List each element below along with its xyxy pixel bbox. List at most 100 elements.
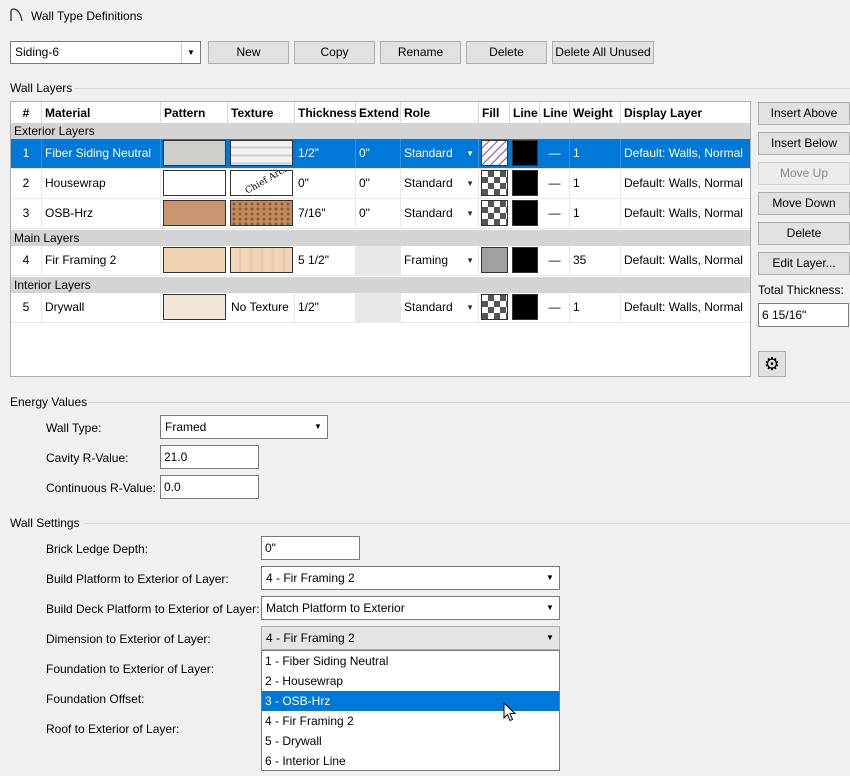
texture-swatch[interactable] [230,200,293,226]
row-role[interactable]: Standard ▼ [401,139,479,168]
window-title: Wall Type Definitions [31,9,143,23]
move-down-button[interactable]: Move Down [758,192,850,215]
row-role[interactable]: Standard ▼ [401,169,479,198]
dropdown-option[interactable]: 6 - Interior Line [262,751,559,771]
row-extend[interactable]: 0" [356,199,401,228]
table-row[interactable]: 1 Fiber Siding Neutral 1/2" 0" Standard … [11,139,750,169]
chevron-down-icon: ▼ [466,209,474,218]
fill-swatch[interactable] [481,247,508,273]
texture-swatch[interactable] [230,247,293,273]
chevron-down-icon: ▼ [314,422,322,431]
fill-swatch[interactable] [481,140,508,166]
row-thickness[interactable]: 7/16" [295,199,356,228]
row-role[interactable]: Standard ▼ [401,293,479,322]
continuous-r-value-field[interactable]: 0.0 [160,475,259,499]
table-row[interactable]: 3 OSB-Hrz 7/16" 0" Standard ▼ — 1 Defaul… [11,199,750,229]
dropdown-option[interactable]: 5 - Drywall [262,731,559,751]
build-deck-value: Match Platform to Exterior [266,601,405,615]
brick-ledge-label: Brick Ledge Depth: [46,542,149,556]
energy-wall-type-label: Wall Type: [46,421,102,435]
fill-swatch[interactable] [481,170,508,196]
insert-above-button[interactable]: Insert Above [758,102,850,125]
row-display-layer[interactable]: Default: Walls, Normal [621,169,750,198]
delete-wall-type-button[interactable]: Delete [466,41,547,64]
move-up-button[interactable]: Move Up [758,162,850,185]
delete-all-unused-button[interactable]: Delete All Unused [552,41,654,64]
row-role-value: Standard [404,146,453,160]
texture-swatch[interactable]: Chief Arch [230,170,293,196]
row-line-style[interactable]: — [540,246,570,275]
row-texture[interactable]: No Texture [228,293,295,322]
pattern-swatch[interactable] [163,140,226,166]
row-role-value: Framing [404,253,449,267]
delete-layer-button[interactable]: Delete [758,222,850,245]
row-thickness[interactable]: 0" [295,169,356,198]
row-role[interactable]: Framing ▼ [401,246,479,275]
dimension-value: 4 - Fir Framing 2 [266,631,355,645]
build-deck-select[interactable]: Match Platform to Exterior ▼ [261,596,560,620]
row-line-style[interactable]: — [540,139,570,168]
pattern-swatch[interactable] [163,294,226,320]
row-display-layer[interactable]: Default: Walls, Normal [621,139,750,168]
row-line-style[interactable]: — [540,169,570,198]
line-color-swatch[interactable] [512,170,538,196]
row-material[interactable]: OSB-Hrz [42,199,161,228]
new-button[interactable]: New [208,41,289,64]
row-line-style[interactable]: — [540,199,570,228]
table-row[interactable]: 4 Fir Framing 2 5 1/2" Framing ▼ — 35 De… [11,246,750,276]
pattern-swatch[interactable] [163,170,226,196]
edit-layer-button[interactable]: Edit Layer... [758,252,850,275]
row-weight[interactable]: 35 [570,246,621,275]
row-material[interactable]: Drywall [42,293,161,322]
settings-button[interactable]: ⚙ [758,351,786,377]
energy-section-label: Energy Values [10,395,88,409]
chevron-down-icon: ▼ [466,179,474,188]
texture-swatch[interactable] [230,140,293,166]
column-header-material: Material [42,102,161,124]
dropdown-option[interactable]: 2 - Housewrap [262,671,559,691]
energy-wall-type-select[interactable]: Framed ▼ [160,415,328,439]
brick-ledge-field[interactable]: 0" [261,536,360,560]
line-color-swatch[interactable] [512,140,538,166]
wall-type-select[interactable]: Siding-6 ▼ [10,41,201,64]
rename-button[interactable]: Rename [380,41,461,64]
build-platform-select[interactable]: 4 - Fir Framing 2 ▼ [261,566,560,590]
wall-layers-divider [74,88,850,89]
line-color-swatch[interactable] [512,247,538,273]
dropdown-option[interactable]: 1 - Fiber Siding Neutral [262,651,559,671]
fill-swatch[interactable] [481,294,508,320]
column-header-fill: Fill [479,102,510,124]
line-color-swatch[interactable] [512,294,538,320]
row-weight[interactable]: 1 [570,169,621,198]
row-weight[interactable]: 1 [570,139,621,168]
row-extend[interactable]: 0" [356,139,401,168]
row-material[interactable]: Fiber Siding Neutral [42,139,161,168]
table-row[interactable]: 2 Housewrap Chief Arch 0" 0" Standard ▼ … [11,169,750,199]
row-display-layer[interactable]: Default: Walls, Normal [621,246,750,275]
row-display-layer[interactable]: Default: Walls, Normal [621,199,750,228]
group-header-interior: Interior Layers [11,277,750,293]
insert-below-button[interactable]: Insert Below [758,132,850,155]
row-material[interactable]: Housewrap [42,169,161,198]
row-material[interactable]: Fir Framing 2 [42,246,161,275]
row-weight[interactable]: 1 [570,293,621,322]
line-color-swatch[interactable] [512,200,538,226]
row-role[interactable]: Standard ▼ [401,199,479,228]
row-line-style[interactable]: — [540,293,570,322]
copy-button[interactable]: Copy [294,41,375,64]
row-thickness[interactable]: 1/2" [295,139,356,168]
wall-settings-section-label: Wall Settings [10,516,80,530]
pattern-swatch[interactable] [163,247,226,273]
cavity-r-value-field[interactable]: 21.0 [160,445,259,469]
chevron-down-icon: ▼ [546,603,554,612]
dimension-select[interactable]: 4 - Fir Framing 2 ▼ [261,626,560,650]
row-display-layer[interactable]: Default: Walls, Normal [621,293,750,322]
row-extend[interactable]: 0" [356,169,401,198]
table-row[interactable]: 5 Drywall No Texture 1/2" Standard ▼ — 1… [11,293,750,323]
row-thickness[interactable]: 5 1/2" [295,246,356,275]
column-header-number: # [11,102,42,124]
fill-swatch[interactable] [481,200,508,226]
pattern-swatch[interactable] [163,200,226,226]
row-weight[interactable]: 1 [570,199,621,228]
row-thickness[interactable]: 1/2" [295,293,356,322]
